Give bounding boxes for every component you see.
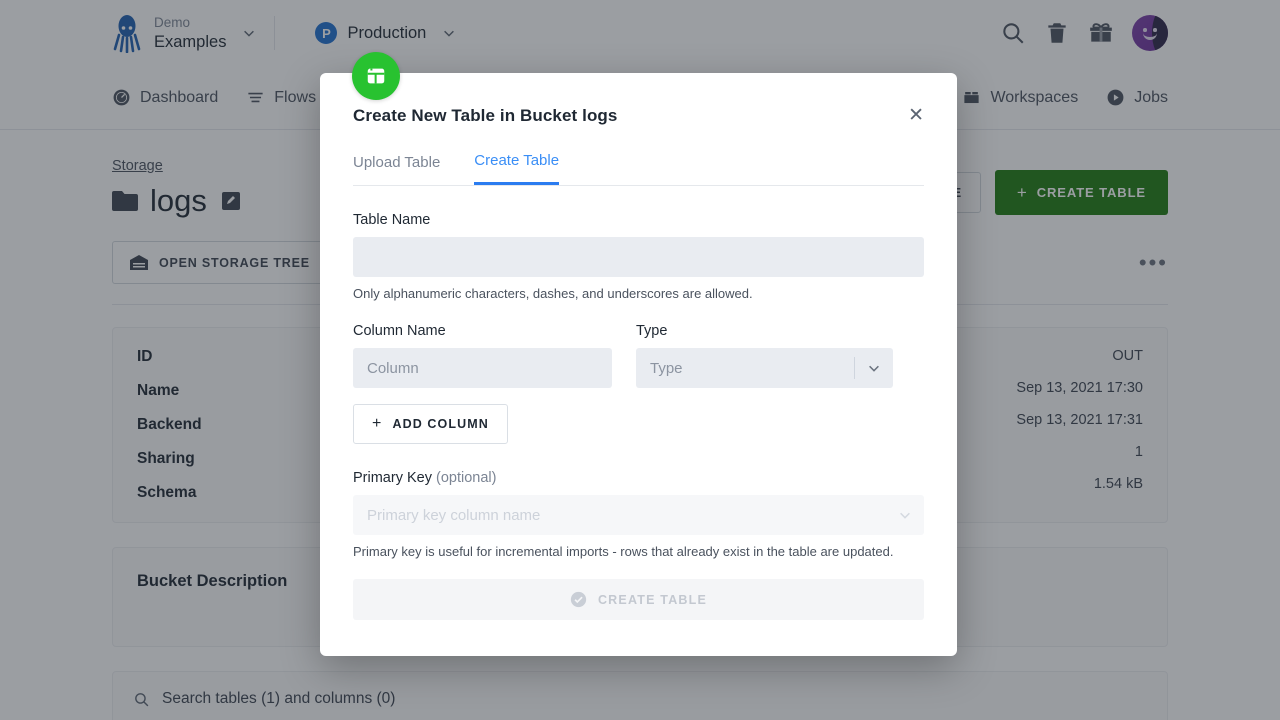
primary-key-placeholder: Primary key column name [367, 506, 541, 524]
chevron-down-icon [898, 508, 912, 522]
column-name-field: Column Name [353, 301, 612, 388]
chevron-down-icon [867, 361, 881, 375]
app-root: Demo Examples P Production Dashboard Flo… [0, 0, 1280, 720]
column-name-input[interactable] [353, 348, 612, 388]
table-icon [352, 52, 400, 100]
table-name-help: Only alphanumeric characters, dashes, an… [353, 286, 753, 301]
modal-title: Create New Table in Bucket logs [353, 106, 618, 125]
column-name-label: Column Name [353, 323, 446, 339]
create-table-modal: Create New Table in Bucket logs ✕ Upload… [320, 52, 957, 656]
tab-create-table[interactable]: Create Table [474, 152, 560, 185]
column-type-field: Type Type [636, 301, 893, 388]
column-definition-row: Column Name Type Type [353, 301, 924, 388]
tab-upload-table[interactable]: Upload Table [353, 152, 440, 185]
primary-key-select[interactable]: Primary key column name [353, 495, 924, 535]
primary-key-help: Primary key is useful for incremental im… [353, 544, 894, 559]
close-icon[interactable]: ✕ [908, 106, 924, 125]
primary-key-label: Primary Key (optional) [353, 470, 924, 486]
submit-create-table-label: CREATE TABLE [597, 592, 708, 607]
add-column-button-label: ADD COLUMN [392, 417, 489, 431]
add-column-button[interactable]: + ADD COLUMN [353, 404, 508, 444]
column-type-placeholder: Type [650, 359, 683, 377]
modal-tabs: Upload Table Create Table [353, 152, 924, 186]
table-name-input[interactable] [353, 237, 924, 277]
submit-create-table-button[interactable]: CREATE TABLE [353, 579, 924, 620]
select-divider [854, 357, 855, 379]
modal-header: Create New Table in Bucket logs ✕ [353, 106, 924, 126]
primary-key-label-text: Primary Key [353, 470, 432, 486]
column-type-label: Type [636, 323, 668, 339]
modal-body: Create New Table in Bucket logs ✕ Upload… [320, 73, 957, 620]
check-circle-icon [570, 591, 587, 608]
plus-icon: + [372, 415, 383, 432]
primary-key-optional: (optional) [436, 470, 497, 486]
column-type-select[interactable]: Type [636, 348, 893, 388]
table-name-label: Table Name [353, 212, 431, 228]
